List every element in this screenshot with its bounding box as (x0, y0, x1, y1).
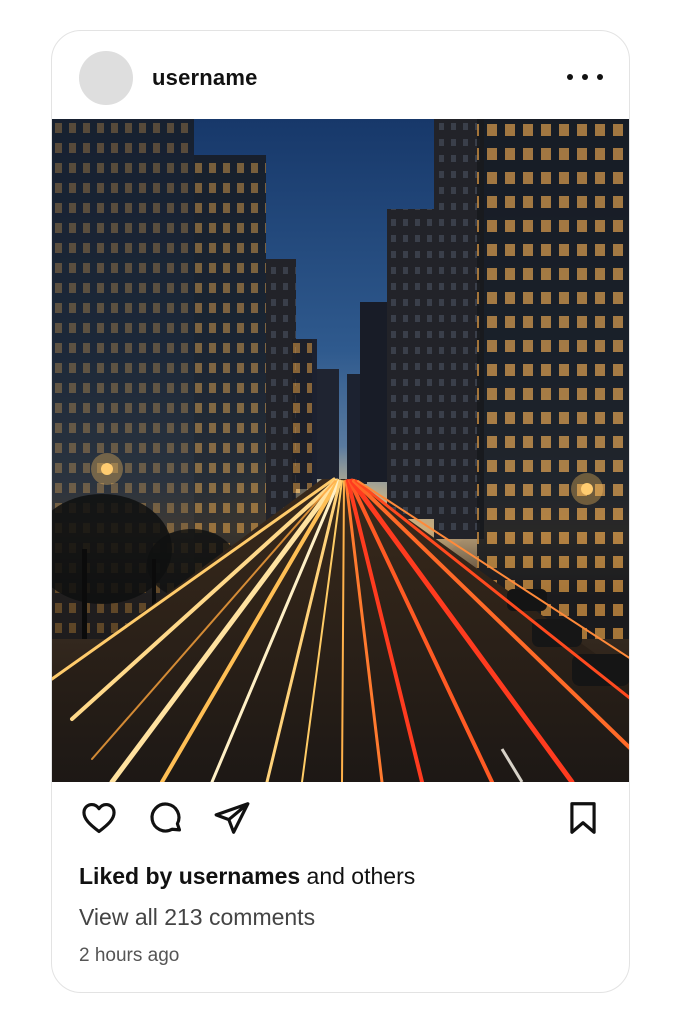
view-comments-link[interactable]: View all 213 comments (79, 904, 315, 931)
likes-rest-text: and others (300, 863, 416, 889)
post-timestamp: 2 hours ago (79, 945, 180, 966)
post-photo[interactable] (52, 119, 630, 782)
heart-icon[interactable] (80, 799, 118, 837)
post-card: username Liked by usernames and others V… (51, 30, 630, 993)
avatar[interactable] (79, 51, 133, 105)
post-header: username (52, 31, 629, 121)
likes-bold-text[interactable]: Liked by usernames (79, 863, 300, 889)
action-bar (52, 799, 629, 849)
likes-text: Liked by usernames and others (79, 863, 415, 890)
send-paper-plane-icon[interactable] (212, 799, 252, 837)
post-username[interactable]: username (152, 65, 258, 91)
comment-bubble-icon[interactable] (147, 799, 185, 837)
bookmark-icon[interactable] (564, 799, 602, 837)
more-icon[interactable] (567, 65, 603, 89)
